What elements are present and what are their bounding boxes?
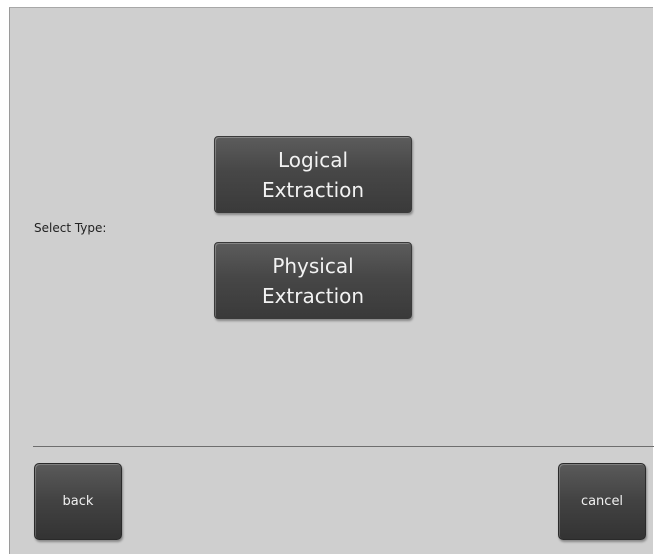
select-type-label: Select Type: bbox=[34, 221, 107, 235]
extraction-type-screen: Select Type: Logical Extraction Physical… bbox=[9, 7, 654, 554]
footer-divider bbox=[33, 446, 654, 447]
logical-extraction-button[interactable]: Logical Extraction bbox=[214, 136, 412, 213]
physical-extraction-button[interactable]: Physical Extraction bbox=[214, 242, 412, 319]
cancel-button[interactable]: cancel bbox=[558, 463, 646, 540]
back-button-label: back bbox=[62, 494, 94, 509]
logical-extraction-label: Logical Extraction bbox=[261, 147, 365, 202]
physical-extraction-label: Physical Extraction bbox=[261, 253, 365, 308]
cancel-button-label: cancel bbox=[580, 494, 624, 509]
back-button[interactable]: back bbox=[34, 463, 122, 540]
